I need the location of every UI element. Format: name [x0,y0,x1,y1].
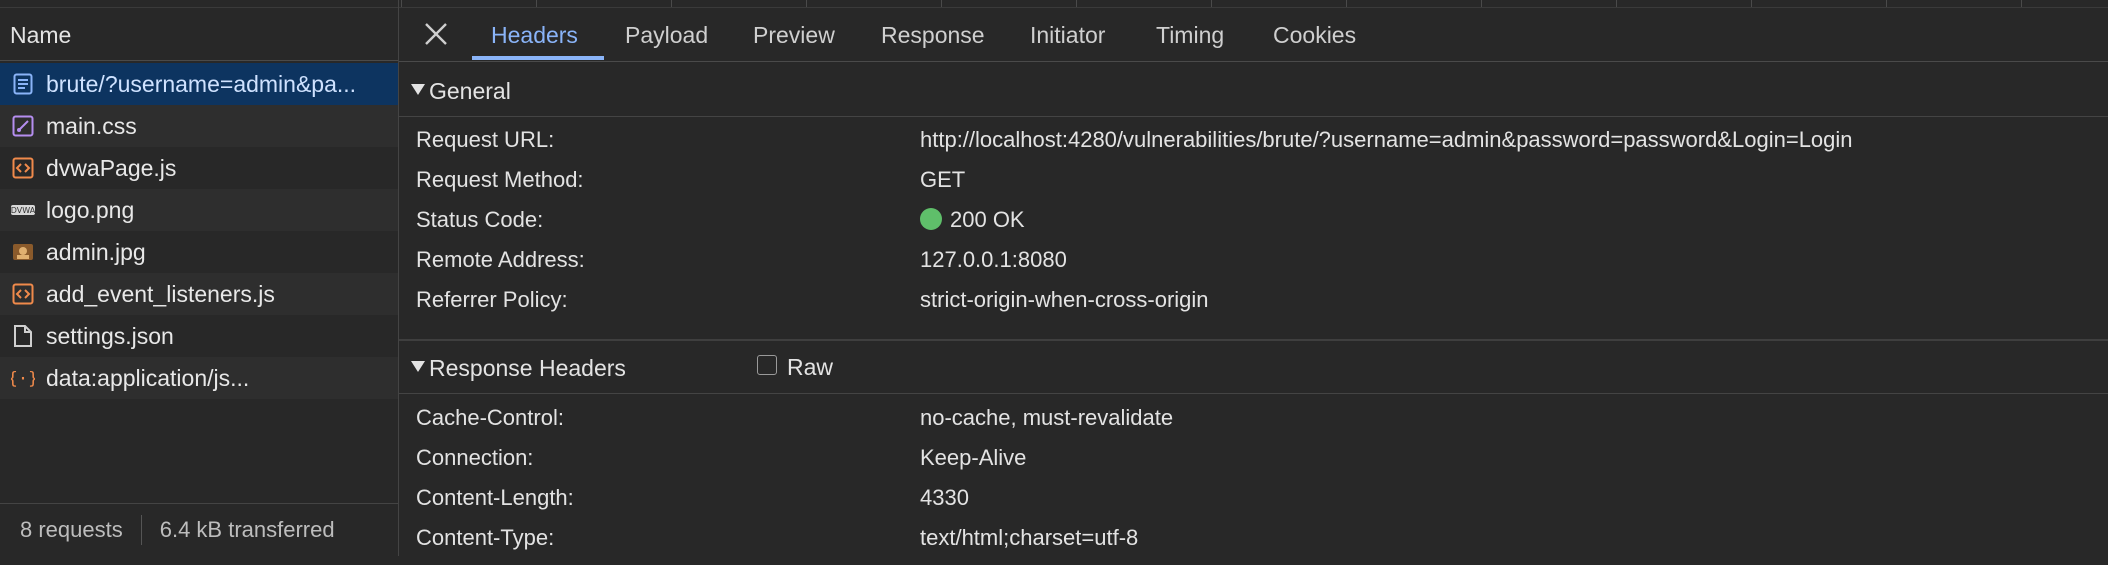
file-icon [11,324,35,348]
request-list-pane: Name brute/?username=admin&pa... main.cs… [0,0,399,556]
request-label: add_event_listeners.js [46,280,275,307]
status-code-text: 200 OK [950,207,1025,232]
request-label: data:application/js... [46,364,250,391]
svg-text:{·}: {·} [11,369,35,389]
tab-headers[interactable]: Headers [491,22,578,49]
header-row-cache-control: Cache-Control: no-cache, must-revalidate [399,405,2108,445]
general-section-title: General [429,78,511,104]
request-row-add-event-listeners-js[interactable]: add_event_listeners.js [0,273,398,315]
network-summary-bar: 8 requests 6.4 kB transferred [0,503,398,556]
header-row-remote-address: Remote Address: 127.0.0.1:8080 [399,247,2108,287]
summary-divider [140,515,142,545]
request-label: brute/?username=admin&pa... [46,70,357,97]
details-tab-bar: Headers Payload Preview Response Initiat… [399,7,2108,62]
request-count: 8 requests [20,517,123,542]
header-row-content-type: Content-Type: text/html;charset=utf-8 [399,525,2108,565]
header-key: Status Code: [416,207,544,232]
header-row-referrer-policy: Referrer Policy: strict-origin-when-cros… [399,287,2108,327]
request-row-logo-png[interactable]: DVWA logo.png [0,189,398,231]
header-row-content-length: Content-Length: 4330 [399,485,2108,525]
tab-preview[interactable]: Preview [753,22,835,49]
active-tab-indicator [472,56,604,60]
css-file-icon [11,114,35,138]
name-column-header[interactable]: Name [0,7,398,61]
header-key: Request URL: [416,127,555,152]
triangle-down-icon [411,84,425,95]
transferred-size: 6.4 kB transferred [159,517,335,542]
status-ok-icon [920,208,942,230]
document-icon [11,72,35,96]
request-list: brute/?username=admin&pa... main.css dvw… [0,63,398,399]
request-label: main.css [46,112,137,139]
header-value[interactable]: http://localhost:4280/vulnerabilities/br… [920,127,1853,153]
request-details-pane: Headers Payload Preview Response Initiat… [399,0,2108,556]
script-file-icon [11,282,35,306]
header-value[interactable]: strict-origin-when-cross-origin [920,287,1209,313]
header-key: Content-Length: [416,485,574,510]
header-value[interactable]: 127.0.0.1:8080 [920,247,1067,273]
request-label: settings.json [46,322,174,349]
header-key: Cache-Control: [416,405,564,430]
tab-initiator[interactable]: Initiator [1030,22,1105,49]
script-file-icon [11,156,35,180]
header-key: Request Method: [416,167,584,192]
request-row-settings-json[interactable]: settings.json [0,315,398,357]
header-row-request-url: Request URL: http://localhost:4280/vulne… [399,127,2108,167]
request-label: logo.png [46,196,135,223]
header-value-status[interactable]: 200 OK [920,207,1025,233]
request-row-admin-jpg[interactable]: admin.jpg [0,231,398,273]
image-file-icon [11,240,35,264]
header-key: Referrer Policy: [416,287,568,312]
header-value[interactable]: Keep-Alive [920,445,1026,471]
header-key: Remote Address: [416,247,585,272]
header-row-request-method: Request Method: GET [399,167,2108,207]
header-key: Content-Type: [416,525,555,550]
tab-response[interactable]: Response [881,22,985,49]
header-row-status-code: Status Code: 200 OK [399,207,2108,247]
header-key: Connection: [416,445,534,470]
tab-payload[interactable]: Payload [625,22,708,49]
header-row-connection: Connection: Keep-Alive [399,445,2108,485]
tab-cookies[interactable]: Cookies [1273,22,1356,49]
name-column-label: Name [10,22,72,48]
request-row-data-application[interactable]: {·} data:application/js... [0,357,398,399]
image-file-icon: DVWA [11,198,35,222]
triangle-down-icon [411,361,425,372]
request-row-dvwapage-js[interactable]: dvwaPage.js [0,147,398,189]
header-value[interactable]: text/html;charset=utf-8 [920,525,1138,551]
request-label: admin.jpg [46,238,146,265]
tab-timing[interactable]: Timing [1156,22,1224,49]
close-icon[interactable] [423,21,449,47]
header-value[interactable]: 4330 [920,485,969,511]
request-label: dvwaPage.js [46,154,177,181]
svg-text:DVWA: DVWA [11,206,35,215]
raw-checkbox-label[interactable]: Raw [787,354,833,381]
header-value[interactable]: GET [920,167,965,193]
raw-checkbox[interactable] [757,355,777,375]
general-section-header[interactable]: General [399,64,2108,117]
request-row-brute[interactable]: brute/?username=admin&pa... [0,63,398,105]
response-headers-section-header[interactable]: Response Headers Raw [399,341,2108,394]
json-file-icon: {·} [11,366,35,390]
request-row-main-css[interactable]: main.css [0,105,398,147]
header-value[interactable]: no-cache, must-revalidate [920,405,1173,431]
response-headers-section-title: Response Headers [429,355,626,381]
